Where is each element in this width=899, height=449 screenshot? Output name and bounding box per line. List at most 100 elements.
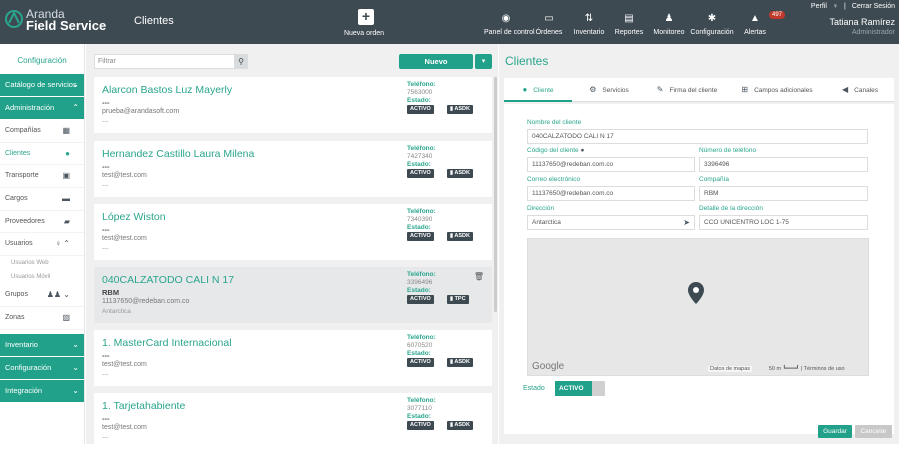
nav-dashboard-label: Panel de control <box>484 29 535 36</box>
sidebar-cat-inventory[interactable]: Inventario ⌄ <box>0 333 84 356</box>
logout-link[interactable]: Cerrar Sesión <box>852 3 895 10</box>
sidebar-cat-configuration[interactable]: Configuración ⌄ <box>0 356 84 379</box>
status-toggle-on: ACTIVO <box>555 381 592 396</box>
sidebar-item-transport-label: Transporte <box>5 172 39 180</box>
cancel-button[interactable]: Cancelar <box>855 425 892 438</box>
building-icon: ▦ <box>62 126 70 135</box>
name-label: Nombre del cliente <box>527 119 582 126</box>
client-card[interactable]: 1. MasterCard Internacional --- test@test.… <box>94 330 492 386</box>
phone-label: Teléfono: <box>407 145 436 152</box>
nav-configuration-label: Configuración <box>690 29 734 36</box>
status-badge: ACTIVO <box>407 232 434 241</box>
sidebar-item-users-label: Usuarios <box>5 240 33 248</box>
plus-icon: + <box>358 9 374 25</box>
client-name: López Wiston <box>102 211 166 223</box>
sidebar-item-suppliers[interactable]: Proveedores ▰ <box>0 211 84 234</box>
nav-alerts-label: Alertas <box>744 29 766 36</box>
sidebar-cat-services-label: Catálogo de servicios <box>5 80 77 89</box>
name-field[interactable]: 040CALZATODO CALI N 17 <box>527 129 868 144</box>
tab-services-label: Servicios <box>602 87 629 94</box>
address-detail-field[interactable]: CCO UNICENTRO LOC 1-75 <box>699 215 868 230</box>
profile-link[interactable]: Perfil <box>811 3 827 10</box>
divider: | <box>844 3 846 10</box>
sidebar-cat-integration[interactable]: Integración ⌄ <box>0 379 84 402</box>
client-email: prueba@arandasoft.com <box>102 108 180 115</box>
client-phone: 7340390 <box>407 216 433 223</box>
person-icon: ● <box>65 148 70 158</box>
code-field[interactable]: 11137650@redeban.com.co <box>527 157 695 172</box>
status-toggle[interactable]: ACTIVO <box>555 381 605 396</box>
new-order-button[interactable]: + Nueva orden <box>344 9 387 37</box>
tab-additional-fields-label: Campos adicionales <box>754 87 813 94</box>
orders-icon: ▭ <box>544 13 554 24</box>
address-label: Dirección <box>527 205 555 212</box>
sidebar-item-suppliers-label: Proveedores <box>5 217 45 225</box>
nav-monitoring[interactable]: ♟ Monitoreo <box>650 12 688 36</box>
phone-field[interactable]: 3396496 <box>699 157 868 172</box>
email-field[interactable]: 11137650@redeban.com.co <box>527 186 695 201</box>
tab-services[interactable]: ⚙ Servicios <box>572 78 646 102</box>
map-data-link[interactable]: Datos de mapas <box>708 366 753 372</box>
nav-inventory[interactable]: ⇅ Inventario <box>570 12 608 36</box>
new-dropdown-button[interactable]: ▾ <box>475 54 492 69</box>
megaphone-icon: ◀ <box>841 85 849 94</box>
sidebar-item-groups[interactable]: Grupos ♟♟ ⌄ <box>0 284 84 307</box>
company-field[interactable]: RBM <box>699 186 868 201</box>
sidebar-cat-services[interactable]: Catálogo de servicios ⌄ <box>0 74 84 96</box>
client-card[interactable]: López Wiston --- test@test.com --- Teléfono:… <box>94 204 492 260</box>
sidebar-item-companies[interactable]: Compañías ▦ <box>0 120 84 143</box>
tab-client[interactable]: ● Cliente <box>504 78 572 102</box>
tab-signature[interactable]: ✎ Firma del cliente <box>646 78 728 102</box>
tag-badge: ▮ TPC <box>447 295 469 304</box>
nav-dashboard[interactable]: ◉ Panel de control <box>484 12 535 36</box>
search-icon[interactable]: ⚲ <box>234 55 248 68</box>
sidebar-item-users[interactable]: Usuarios ♀ ⌃ <box>0 233 84 257</box>
sidebar-sub-web-users[interactable]: Usuarios Web <box>0 256 84 270</box>
sidebar-item-clients[interactable]: Clientes ● <box>0 143 84 166</box>
client-card[interactable]: Alarcon Bastos Luz Mayerly --- prueba@aran… <box>94 77 492 133</box>
inventory-icon: ⇅ <box>584 13 594 24</box>
tag-badge: ▮ ASDK <box>447 169 473 178</box>
client-phone: 3077110 <box>407 405 432 412</box>
user-icon: ♀ ⌃ <box>55 239 70 249</box>
tab-channels[interactable]: ◀ Canales <box>826 78 894 102</box>
sidebar-item-groups-label: Grupos <box>5 291 28 299</box>
tag-badge-label: ASDK <box>454 233 470 239</box>
address-field[interactable]: Antarctica ➤ <box>527 215 695 230</box>
filter-input[interactable]: Filtrar <box>94 54 248 69</box>
tag-badge: ▮ ASDK <box>447 421 473 430</box>
sidebar-cat-integration-label: Integración <box>5 385 43 395</box>
location-arrow-icon[interactable]: ➤ <box>683 216 690 229</box>
client-name: 1. MasterCard Internacional <box>102 337 232 349</box>
client-card[interactable]: Hernandez Castillo Laura Milena --- test@t… <box>94 141 492 197</box>
email-label: Correo electrónico <box>527 176 581 183</box>
new-button[interactable]: Nuevo <box>399 54 473 69</box>
tab-channels-label: Canales <box>854 87 878 94</box>
save-button[interactable]: Guardar <box>818 425 852 438</box>
sidebar-item-zones-label: Zonas <box>5 313 25 321</box>
nav-orders[interactable]: ▭ Órdenes <box>530 12 568 36</box>
client-card[interactable]: 1. Tarjetahabiente --- test@test.com --- Tel… <box>94 393 492 449</box>
chevron-up-icon: ⌃ <box>72 103 79 112</box>
tab-additional-fields[interactable]: ⊞ Campos adicionales <box>728 78 826 102</box>
map-terms-link[interactable]: Términos de uso <box>804 366 845 372</box>
main-nav: ◉ Panel de control ▭ Órdenes ⇅ Inventari… <box>484 12 776 36</box>
trash-icon[interactable]: 🗑 <box>474 272 484 281</box>
map[interactable]: Google Datos de mapas 50 m ┗━━━┛ | Térmi… <box>527 238 869 376</box>
nav-reports[interactable]: ▤ Reportes <box>610 12 648 36</box>
sidebar-item-zones[interactable]: Zonas ▧ <box>0 307 84 330</box>
sidebar-item-positions[interactable]: Cargos ▬ <box>0 188 84 211</box>
status-badge: ACTIVO <box>407 358 434 367</box>
client-card[interactable]: 040CALZATODO CALI N 17 RBM 11137650@redeba… <box>94 267 492 323</box>
list-scrollbar[interactable] <box>494 77 497 312</box>
logo-bottom-text: Field Service <box>26 18 107 33</box>
truck-icon: ▰ <box>63 216 70 226</box>
client-address: --- <box>102 182 109 189</box>
sidebar-cat-admin[interactable]: Administración ⌃ <box>0 97 84 119</box>
nav-configuration[interactable]: ✱ Configuración <box>690 12 734 36</box>
map-zone-icon: ▧ <box>62 312 70 322</box>
tab-client-label: Cliente <box>533 87 554 94</box>
status-badge: ACTIVO <box>407 105 434 114</box>
sidebar-item-transport[interactable]: Transporte ▣ <box>0 165 84 189</box>
sidebar-sub-mobile-users[interactable]: Usuarios Móvil <box>0 270 84 284</box>
